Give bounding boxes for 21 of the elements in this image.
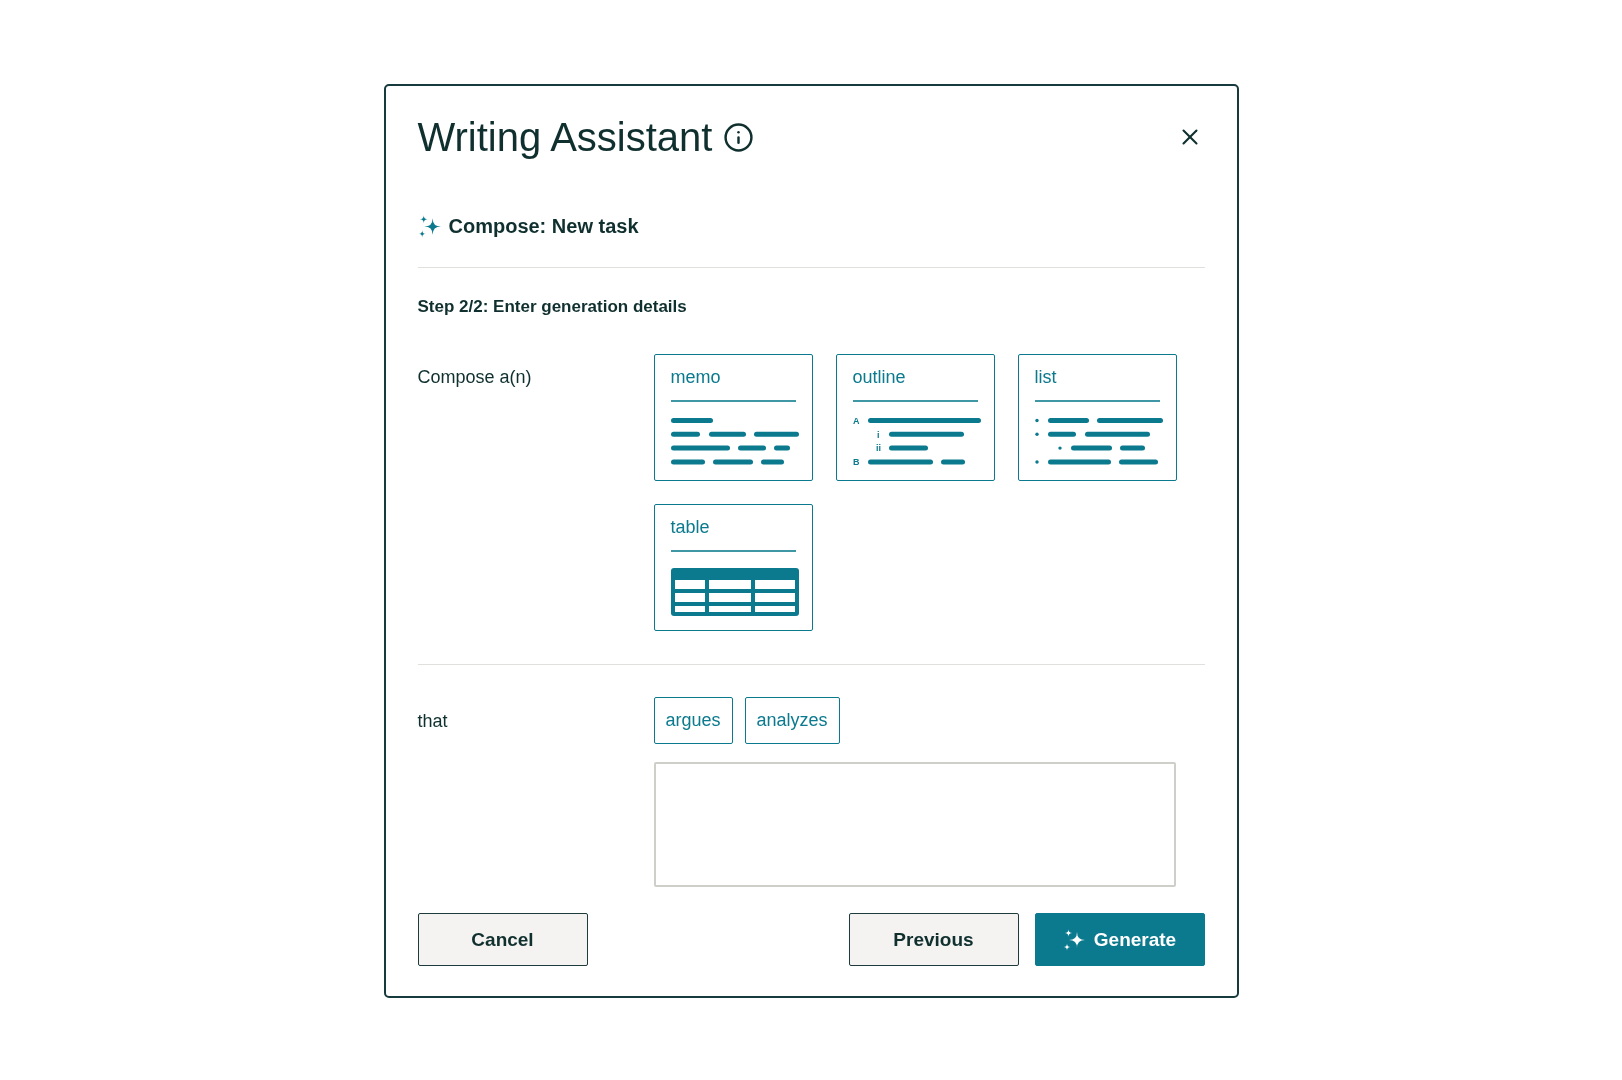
field-label: that <box>417 709 448 733</box>
details-input[interactable] <box>653 762 1176 887</box>
action-button[interactable]: Previous <box>848 913 1019 966</box>
primary-action-button[interactable]: Generate <box>1034 913 1205 966</box>
format-option[interactable]: list <box>1017 354 1177 481</box>
dialog-title: Writing Assistant <box>417 114 713 160</box>
text-lines-icon <box>670 417 799 465</box>
sparkle-icon <box>417 214 441 238</box>
choice-button[interactable]: argues <box>653 697 733 744</box>
sparkle-icon <box>1062 928 1085 951</box>
format-option[interactable]: outline A i ii B <box>835 354 995 481</box>
field-label: Compose a(n) <box>417 366 532 389</box>
step-title: Step 2/2: Enter generation details <box>417 296 687 318</box>
info-icon[interactable] <box>723 121 755 153</box>
format-option[interactable]: memo <box>653 354 813 481</box>
table-grid-icon <box>670 567 799 616</box>
bullet-list-icon <box>1034 417 1163 465</box>
action-button[interactable]: Cancel <box>417 913 588 966</box>
task-title: Compose: New task <box>448 214 639 239</box>
format-option[interactable]: table <box>653 504 813 631</box>
choice-button[interactable]: analyzes <box>744 697 840 744</box>
